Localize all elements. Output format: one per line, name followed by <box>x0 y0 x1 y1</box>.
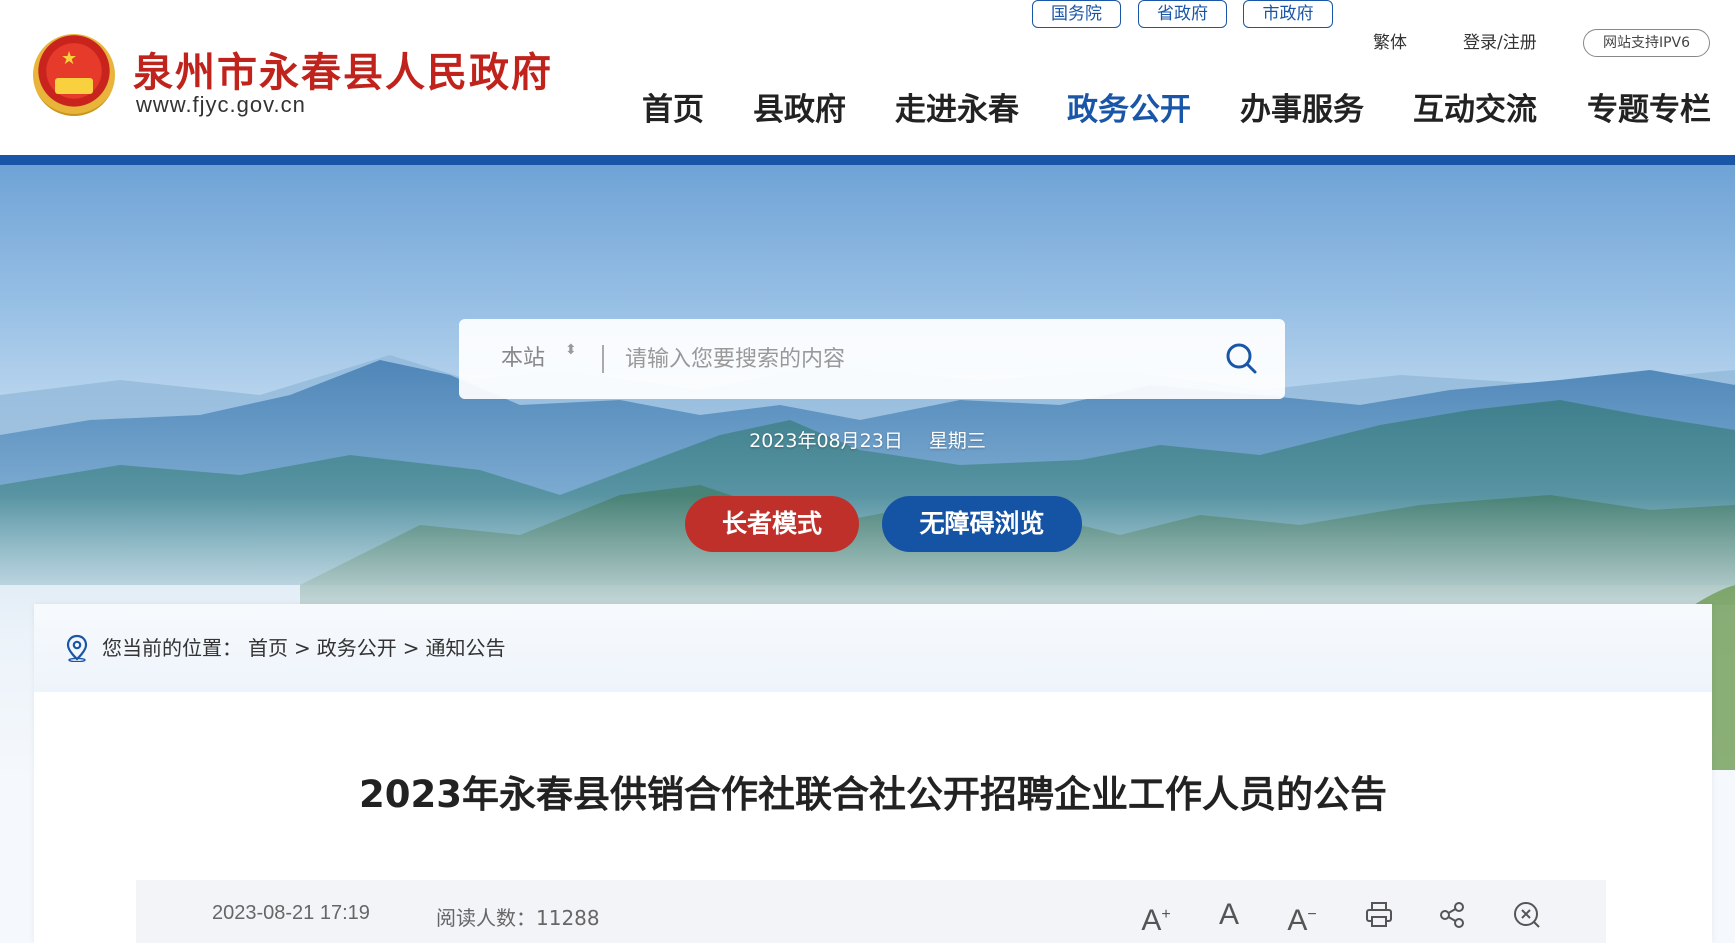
ipv6-badge: 网站支持IPV6 <box>1583 29 1710 57</box>
reads-label: 阅读人数： <box>436 906 536 930</box>
nav-about-yongchun[interactable]: 走进永春 <box>895 88 1019 132</box>
elder-mode-button[interactable]: 长者模式 <box>685 496 859 552</box>
search-input[interactable] <box>625 339 1185 379</box>
search-icon[interactable] <box>1224 341 1260 377</box>
sort-updown-icon[interactable]: ⬍ <box>565 341 577 359</box>
share-icon[interactable] <box>1435 898 1469 932</box>
breadcrumb-separator: > <box>402 636 420 660</box>
font-decrease-glyph: A <box>1287 904 1308 937</box>
breadcrumb-gov-affairs[interactable]: 政务公开 <box>317 636 397 660</box>
current-date: 2023年08月23日 星期三 <box>0 426 1735 453</box>
nav-services[interactable]: 办事服务 <box>1240 88 1364 132</box>
search-divider <box>602 345 604 373</box>
font-decrease-icon[interactable]: A− <box>1285 898 1319 937</box>
nav-interaction[interactable]: 互动交流 <box>1413 88 1537 132</box>
nav-government-affairs[interactable]: 政务公开 <box>1067 88 1191 132</box>
breadcrumb: 您当前的位置： 首页 > 政务公开 > 通知公告 <box>34 604 1712 692</box>
print-icon[interactable] <box>1362 898 1396 932</box>
site-header: ★ 泉州市永春县人民政府 www.fjyc.gov.cn 国务院 省政府 市政府… <box>0 0 1735 155</box>
font-normal-icon[interactable]: A <box>1212 898 1246 932</box>
star-icon: ★ <box>61 48 78 69</box>
tiananmen-icon <box>55 78 93 94</box>
traditional-chinese-link[interactable]: 繁体 <box>1373 30 1407 56</box>
article-card: 您当前的位置： 首页 > 政务公开 > 通知公告 2023年永春县供销合作社联合社公开招聘… <box>34 604 1712 943</box>
breadcrumb-prefix: 您当前的位置： <box>102 636 242 660</box>
font-normal-glyph: A <box>1218 898 1239 931</box>
location-pin-icon <box>66 634 88 662</box>
search-box: 本站 ⬍ <box>459 319 1285 399</box>
article-title: 2023年永春县供销合作社联合社公开招聘企业工作人员的公告 <box>359 773 1387 816</box>
article-meta-bar: 2023-08-21 17:19 阅读人数：11288 A+ A A− <box>136 880 1606 943</box>
nav-special-topics[interactable]: 专题专栏 <box>1587 88 1711 132</box>
breadcrumb-trail: 您当前的位置： 首页 > 政务公开 > 通知公告 <box>102 634 512 662</box>
read-count: 阅读人数：11288 <box>436 902 600 931</box>
link-state-council[interactable]: 国务院 <box>1032 0 1121 28</box>
site-title[interactable]: 泉州市永春县人民政府 <box>133 40 553 98</box>
link-provincial-gov[interactable]: 省政府 <box>1138 0 1227 28</box>
breadcrumb-notices[interactable]: 通知公告 <box>426 636 506 660</box>
header-divider-bar <box>0 155 1735 165</box>
link-city-gov[interactable]: 市政府 <box>1243 0 1333 28</box>
date-text: 2023年08月23日 <box>749 430 903 452</box>
font-increase-glyph: A <box>1141 904 1162 937</box>
breadcrumb-home[interactable]: 首页 <box>248 636 288 660</box>
breadcrumb-separator: > <box>294 636 311 660</box>
close-icon[interactable] <box>1510 898 1544 932</box>
nav-county-gov[interactable]: 县政府 <box>753 88 846 132</box>
font-increase-icon[interactable]: A+ <box>1139 898 1173 937</box>
publish-time: 2023-08-21 17:19 <box>212 902 370 924</box>
national-emblem-logo[interactable]: ★ <box>33 34 115 116</box>
accessible-browsing-button[interactable]: 无障碍浏览 <box>882 496 1082 552</box>
login-register-link[interactable]: 登录/注册 <box>1463 30 1537 56</box>
search-scope-select[interactable]: 本站 <box>501 341 545 377</box>
site-url: www.fjyc.gov.cn <box>136 92 306 117</box>
weekday-text: 星期三 <box>928 430 986 452</box>
nav-home[interactable]: 首页 <box>642 88 704 132</box>
reads-value: 11288 <box>536 906 600 930</box>
